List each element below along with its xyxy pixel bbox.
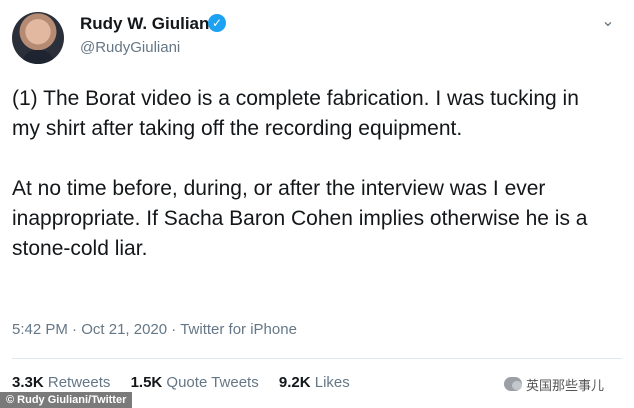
quote-tweets-stat[interactable]: 1.5K Quote Tweets	[131, 374, 259, 391]
quote-tweets-label: Quote Tweets	[166, 374, 259, 391]
verified-badge-icon: ✓	[208, 14, 226, 32]
tweet-date[interactable]: Oct 21, 2020	[81, 321, 167, 338]
chevron-down-icon[interactable]: ⌄	[596, 12, 620, 32]
watermark-text: 英国那些事儿	[526, 377, 605, 393]
likes-count: 9.2K	[278, 374, 311, 391]
wechat-icon	[504, 377, 522, 391]
divider	[12, 358, 622, 359]
tweet-meta: 5:42 PM · Oct 21, 2020 · Twitter for iPh…	[12, 321, 297, 338]
retweets-stat[interactable]: 3.3K Retweets	[12, 374, 110, 391]
tweet-source[interactable]: Twitter for iPhone	[180, 321, 297, 338]
tweet-stats: 3.3K Retweets 1.5K Quote Tweets 9.2K Lik…	[12, 374, 366, 391]
retweets-label: Retweets	[47, 374, 111, 391]
meta-separator: ·	[72, 321, 78, 338]
image-credit: © Rudy Giuliani/Twitter	[0, 392, 133, 408]
watermark: 英国那些事儿	[504, 373, 604, 395]
tweet-paragraph-1: (1) The Borat video is a complete fabric…	[12, 87, 579, 140]
avatar[interactable]	[12, 12, 64, 64]
quote-tweets-count: 1.5K	[130, 374, 163, 391]
meta-separator: ·	[171, 321, 177, 338]
tweet-paragraph-2: At no time before, during, or after the …	[12, 177, 588, 260]
tweet-text: (1) The Borat video is a complete fabric…	[12, 84, 612, 264]
display-name[interactable]: Rudy W. Giuliani	[80, 14, 214, 34]
handle[interactable]: @RudyGiuliani	[80, 39, 180, 56]
tweet-time[interactable]: 5:42 PM	[12, 321, 68, 338]
likes-label: Likes	[314, 374, 350, 391]
tweet-header: Rudy W. Giuliani ✓ @RudyGiuliani ⌄	[0, 0, 634, 72]
retweets-count: 3.3K	[12, 374, 44, 391]
likes-stat[interactable]: 9.2K Likes	[279, 374, 350, 391]
